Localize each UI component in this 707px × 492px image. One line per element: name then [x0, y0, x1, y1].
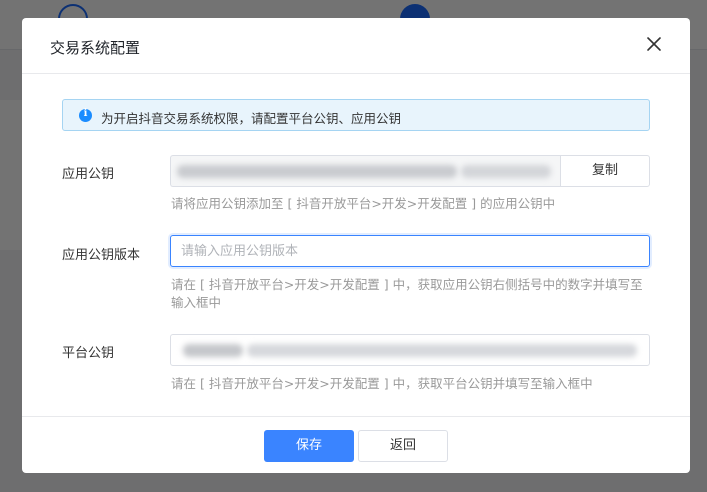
info-icon: [79, 108, 92, 122]
close-icon: [647, 37, 661, 51]
app-public-key-masked-segment: [461, 165, 551, 178]
app-key-version-label: 应用公钥版本: [62, 248, 141, 263]
platform-public-key-masked-segment: [183, 344, 243, 357]
back-button[interactable]: 返回: [358, 430, 448, 462]
alert-text: 为开启抖音交易系统权限，请配置平台公钥、应用公钥: [101, 111, 402, 126]
modal-title: 交易系统配置: [50, 39, 141, 57]
app-public-key-display[interactable]: [170, 155, 561, 187]
app-public-key-hint: 请将应用公钥添加至 [ 抖音开放平台>开发>开发配置 ] 的应用公钥中: [171, 196, 556, 211]
trading-config-modal: 交易系统配置 为开启抖音交易系统权限，请配置平台公钥、应用公钥 应用公钥 复制 …: [22, 18, 690, 473]
modal-footer: 保存 返回: [22, 416, 690, 473]
app-key-version-hint: 请在 [ 抖音开放平台>开发>开发配置 ] 中，获取应用公钥右侧括号中的数字并填…: [171, 277, 643, 310]
close-button[interactable]: [644, 34, 664, 54]
platform-public-key-masked-segment: [247, 344, 637, 357]
save-button[interactable]: 保存: [264, 430, 354, 462]
app-public-key-masked-segment: [177, 165, 457, 178]
copy-button[interactable]: 复制: [560, 155, 650, 187]
platform-public-key-hint: 请在 [ 抖音开放平台>开发>开发配置 ] 中，获取平台公钥并填写至输入框中: [171, 376, 593, 391]
app-public-key-label: 应用公钥: [62, 167, 115, 182]
modal-header: 交易系统配置: [22, 18, 690, 74]
app-key-version-input[interactable]: [170, 235, 650, 267]
platform-public-key-label: 平台公钥: [62, 346, 115, 361]
platform-public-key-input[interactable]: [170, 334, 650, 366]
info-alert: 为开启抖音交易系统权限，请配置平台公钥、应用公钥: [62, 99, 650, 131]
